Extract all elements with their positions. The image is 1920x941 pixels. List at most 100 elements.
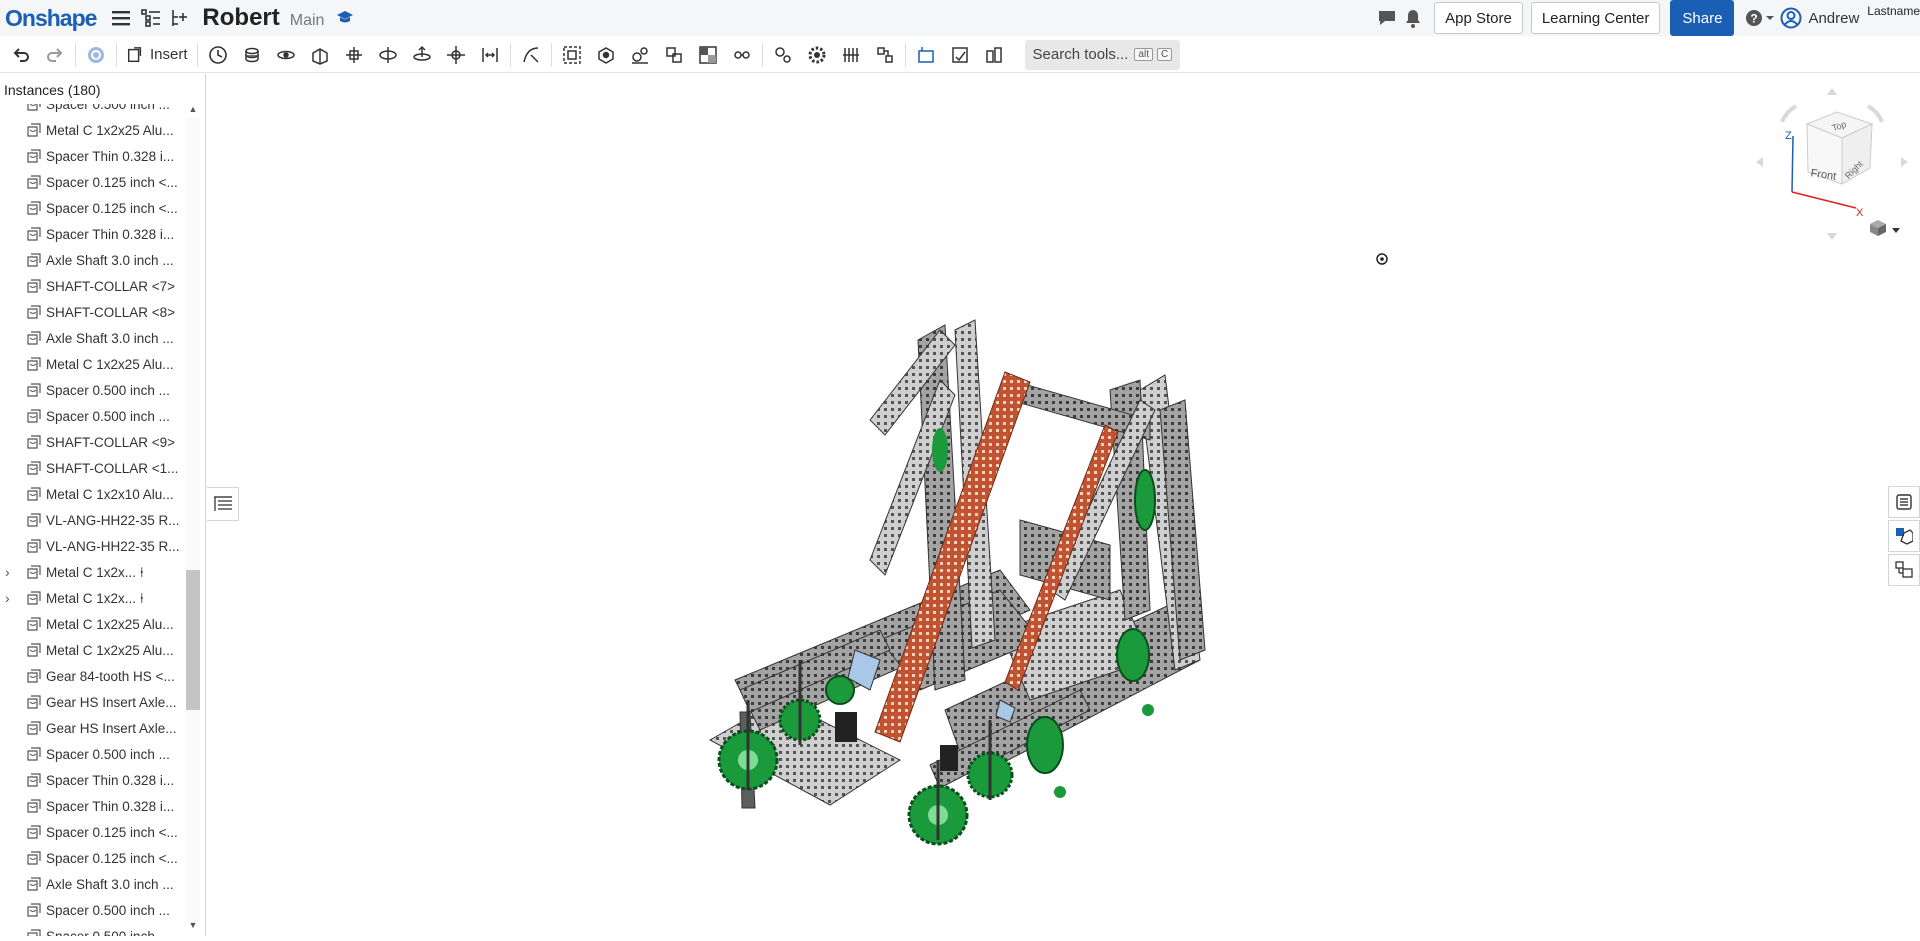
part-instance-icon: [27, 227, 41, 241]
fastened-mate-icon[interactable]: [235, 40, 269, 70]
robot-assembly-model[interactable]: [207, 74, 1885, 936]
instance-list-item[interactable]: VL-ANG-HH22-35 R...: [0, 533, 186, 559]
mate-connector-icon[interactable]: [589, 40, 623, 70]
graphics-area[interactable]: [207, 74, 1885, 936]
instance-list-item[interactable]: Metal C 1x2x10 Alu...: [0, 481, 186, 507]
instance-list-item[interactable]: Spacer 0.500 inch ...: [0, 741, 186, 767]
scrollbar-track[interactable]: [186, 118, 200, 922]
user-last-name[interactable]: Lastname: [1867, 4, 1920, 18]
instance-list-item[interactable]: Metal C 1x2x25 Alu...: [0, 351, 186, 377]
instance-list-item[interactable]: Spacer 0.500 inch ...: [0, 897, 186, 923]
help-icon[interactable]: ?: [1742, 5, 1778, 31]
instance-list-item[interactable]: Gear 84-tooth HS <...: [0, 663, 186, 689]
instance-list-item[interactable]: Spacer Thin 0.328 i...: [0, 767, 186, 793]
learning-center-button[interactable]: Learning Center: [1530, 2, 1661, 34]
configurations-icon[interactable]: [977, 40, 1011, 70]
instance-list-scrollbar[interactable]: ▲ ▼: [186, 104, 200, 936]
revolute-mate-icon[interactable]: [269, 40, 303, 70]
expand-chevron-icon[interactable]: ›: [5, 590, 15, 606]
tangent-mate-icon[interactable]: [514, 40, 548, 70]
notifications-bell-icon[interactable]: [1400, 5, 1426, 31]
instance-list-item[interactable]: Metal C 1x2x25 Alu...: [0, 611, 186, 637]
replicate-gear-icon[interactable]: [800, 40, 834, 70]
slider-mate-icon[interactable]: [303, 40, 337, 70]
mass-properties-icon[interactable]: [943, 40, 977, 70]
pin-slot-mate-icon[interactable]: [405, 40, 439, 70]
explode-view-icon[interactable]: [725, 40, 759, 70]
instance-list-item[interactable]: SHAFT-COLLAR <8>: [0, 299, 186, 325]
instance-list-item[interactable]: SHAFT-COLLAR <1...: [0, 455, 186, 481]
instance-list-item[interactable]: Spacer 0.125 inch <...: [0, 845, 186, 871]
part-instance-icon: [27, 279, 41, 293]
user-avatar-icon[interactable]: [1778, 5, 1804, 31]
view-cube-front-label[interactable]: Front: [1810, 167, 1837, 182]
expand-chevron-icon[interactable]: ›: [5, 564, 15, 580]
insert-tree-icon[interactable]: [166, 5, 192, 31]
instance-list-item[interactable]: › Metal C 1x2x... ⍿: [0, 585, 186, 611]
education-cap-icon[interactable]: [332, 5, 358, 31]
instance-list-item[interactable]: Spacer Thin 0.328 i...: [0, 143, 186, 169]
app-store-button[interactable]: App Store: [1434, 2, 1523, 34]
properties-icon: [1896, 494, 1912, 510]
instance-list-item[interactable]: Spacer 0.500 inch ...: [0, 923, 186, 936]
linear-pattern-icon[interactable]: [834, 40, 868, 70]
view-options-icon[interactable]: [1870, 220, 1900, 236]
instance-list-item[interactable]: Spacer Thin 0.328 i...: [0, 221, 186, 247]
history-clock-icon[interactable]: [201, 40, 235, 70]
instance-list-item[interactable]: Spacer 0.500 inch ...: [0, 104, 186, 117]
search-tools-input[interactable]: Search tools... alt C: [1024, 39, 1181, 70]
gear-relation-icon[interactable]: [623, 40, 657, 70]
instance-list-item[interactable]: Metal C 1x2x25 Alu...: [0, 117, 186, 143]
instance-label: Metal C 1x2x25 Alu...: [46, 356, 174, 372]
instance-list-item[interactable]: Axle Shaft 3.0 inch ...: [0, 325, 186, 351]
scrollbar-thumb[interactable]: [186, 570, 200, 710]
instance-list-item[interactable]: SHAFT-COLLAR <9>: [0, 429, 186, 455]
branch-label[interactable]: Main: [290, 12, 325, 30]
planar-mate-icon[interactable]: [337, 40, 371, 70]
group-icon[interactable]: [555, 40, 589, 70]
feature-list-icon[interactable]: [138, 5, 164, 31]
instance-list-item[interactable]: VL-ANG-HH22-35 R...: [0, 507, 186, 533]
bom-panel-button[interactable]: [1888, 554, 1920, 586]
top-bar: Onshape Robert Main App Store Learning C…: [0, 0, 1920, 36]
properties-panel-button[interactable]: [1888, 486, 1920, 518]
mechanism-gear-icon[interactable]: [766, 40, 800, 70]
instance-list-item[interactable]: Axle Shaft 3.0 inch ...: [0, 247, 186, 273]
appearance-panel-button[interactable]: [1888, 520, 1920, 552]
onshape-logo[interactable]: Onshape: [5, 5, 97, 32]
section-view-icon[interactable]: [691, 40, 725, 70]
instance-list-item[interactable]: › Metal C 1x2x... ⍿: [0, 559, 186, 585]
measure-icon[interactable]: [909, 40, 943, 70]
instance-list-item[interactable]: SHAFT-COLLAR <7>: [0, 273, 186, 299]
instance-list-item[interactable]: Spacer 0.125 inch <...: [0, 819, 186, 845]
hamburger-menu-icon[interactable]: [108, 5, 134, 31]
instance-list-item[interactable]: Gear HS Insert Axle...: [0, 689, 186, 715]
instance-list-item[interactable]: Gear HS Insert Axle...: [0, 715, 186, 741]
instance-list-item[interactable]: Spacer Thin 0.328 i...: [0, 793, 186, 819]
parallel-mate-icon[interactable]: [473, 40, 507, 70]
comments-icon[interactable]: [1374, 5, 1400, 31]
share-button[interactable]: Share: [1670, 0, 1735, 36]
undo-icon[interactable]: [4, 40, 38, 70]
part-instance-icon: [27, 851, 41, 865]
ball-mate-icon[interactable]: [439, 40, 473, 70]
instance-list-item[interactable]: Metal C 1x2x25 Alu...: [0, 637, 186, 663]
scroll-down-arrow[interactable]: ▼: [188, 920, 198, 930]
part-instance-icon: [27, 357, 41, 371]
insert-button[interactable]: Insert: [120, 46, 194, 64]
regenerate-icon[interactable]: [79, 40, 113, 70]
instance-list-item[interactable]: Spacer 0.500 inch ...: [0, 377, 186, 403]
instance-list-item[interactable]: Axle Shaft 3.0 inch ...: [0, 871, 186, 897]
scroll-up-arrow[interactable]: ▲: [188, 104, 198, 114]
document-title[interactable]: Robert: [202, 4, 279, 32]
instance-list-item[interactable]: Spacer 0.125 inch <...: [0, 195, 186, 221]
cylindrical-mate-icon[interactable]: [371, 40, 405, 70]
user-first-name[interactable]: Andrew: [1808, 10, 1859, 27]
rack-pinion-icon[interactable]: [657, 40, 691, 70]
instance-list-item[interactable]: Spacer 0.500 inch ...: [0, 403, 186, 429]
instance-list-item[interactable]: Spacer 0.125 inch <...: [0, 169, 186, 195]
redo-icon[interactable]: [38, 40, 72, 70]
circular-pattern-icon[interactable]: [868, 40, 902, 70]
view-cube[interactable]: Top Front Right Z X: [1752, 84, 1912, 244]
instance-label: Spacer 0.500 inch ...: [46, 928, 170, 937]
